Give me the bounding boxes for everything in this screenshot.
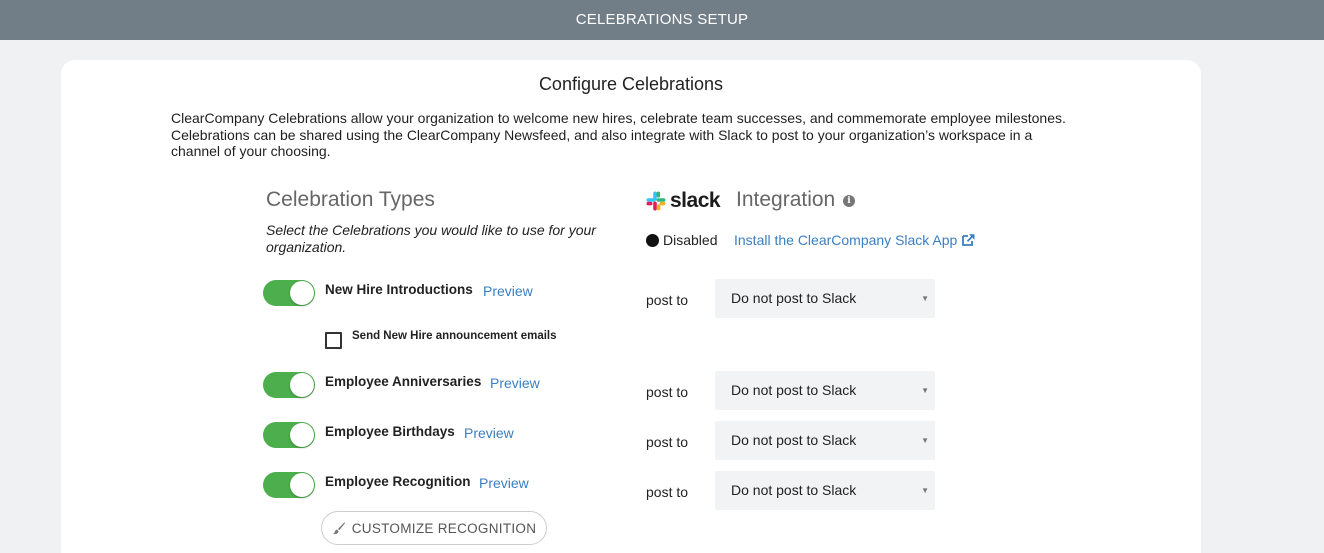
recognition-toggle[interactable] [263, 472, 315, 498]
toggle-knob [290, 473, 314, 497]
recognition-slack-select[interactable]: Do not post to Slack ▼ [715, 471, 935, 510]
anniversaries-slack-select[interactable]: Do not post to Slack ▼ [715, 371, 935, 410]
caret-down-icon: ▼ [921, 386, 929, 395]
integration-status: Disabled [663, 232, 718, 248]
slack-logo: slack [646, 189, 721, 213]
install-slack-app-link[interactable]: Install the ClearCompany Slack App [734, 232, 976, 248]
anniversaries-label: Employee Anniversaries [325, 374, 482, 389]
configure-card: Configure Celebrations ClearCompany Cele… [61, 60, 1201, 553]
paintbrush-icon [332, 522, 345, 535]
toggle-knob [290, 423, 314, 447]
new-hire-email-checkbox[interactable] [325, 332, 342, 349]
intro-text: ClearCompany Celebrations allow your org… [171, 110, 1066, 159]
slack-wordmark: slack [670, 189, 721, 212]
info-icon[interactable]: i [843, 195, 855, 207]
birthdays-toggle[interactable] [263, 422, 315, 448]
caret-down-icon: ▼ [921, 294, 929, 303]
new-hire-email-label: Send New Hire announcement emails [352, 330, 557, 342]
new-hire-label: New Hire Introductions [325, 282, 473, 297]
post-to-label: post to [646, 434, 689, 450]
toggle-knob [290, 373, 314, 397]
toggle-knob [290, 281, 314, 305]
new-hire-slack-select[interactable]: Do not post to Slack ▼ [715, 279, 935, 318]
customize-recognition-button[interactable]: CUSTOMIZE RECOGNITION [321, 511, 547, 545]
post-to-label: post to [646, 384, 689, 400]
birthdays-preview-link[interactable]: Preview [464, 425, 514, 441]
caret-down-icon: ▼ [921, 436, 929, 445]
customize-recognition-label: CUSTOMIZE RECOGNITION [351, 520, 537, 536]
celebration-types-title: Celebration Types [266, 188, 435, 211]
status-dot-icon [646, 234, 659, 247]
post-to-label: post to [646, 292, 689, 308]
birthdays-slack-select[interactable]: Do not post to Slack ▼ [715, 421, 935, 460]
select-value: Do not post to Slack [731, 482, 857, 498]
card-title: Configure Celebrations [538, 74, 724, 94]
slack-icon [646, 191, 666, 211]
birthdays-label: Employee Birthdays [325, 424, 455, 439]
integration-title: Integration [736, 188, 836, 211]
external-link-icon [962, 234, 975, 246]
install-slack-app-label: Install the ClearCompany Slack App [734, 232, 958, 248]
recognition-preview-link[interactable]: Preview [479, 475, 529, 491]
new-hire-preview-link[interactable]: Preview [483, 283, 533, 299]
anniversaries-toggle[interactable] [263, 372, 315, 398]
page-header-title: CELEBRATIONS SETUP [575, 11, 749, 28]
caret-down-icon: ▼ [921, 486, 929, 495]
select-value: Do not post to Slack [731, 290, 857, 306]
new-hire-toggle[interactable] [263, 280, 315, 306]
select-value: Do not post to Slack [731, 382, 857, 398]
post-to-label: post to [646, 484, 689, 500]
recognition-label: Employee Recognition [325, 474, 471, 489]
page-header: CELEBRATIONS SETUP [0, 0, 1324, 40]
anniversaries-preview-link[interactable]: Preview [490, 375, 540, 391]
select-value: Do not post to Slack [731, 432, 857, 448]
celebration-types-subtitle: Select the Celebrations you would like t… [266, 222, 596, 255]
